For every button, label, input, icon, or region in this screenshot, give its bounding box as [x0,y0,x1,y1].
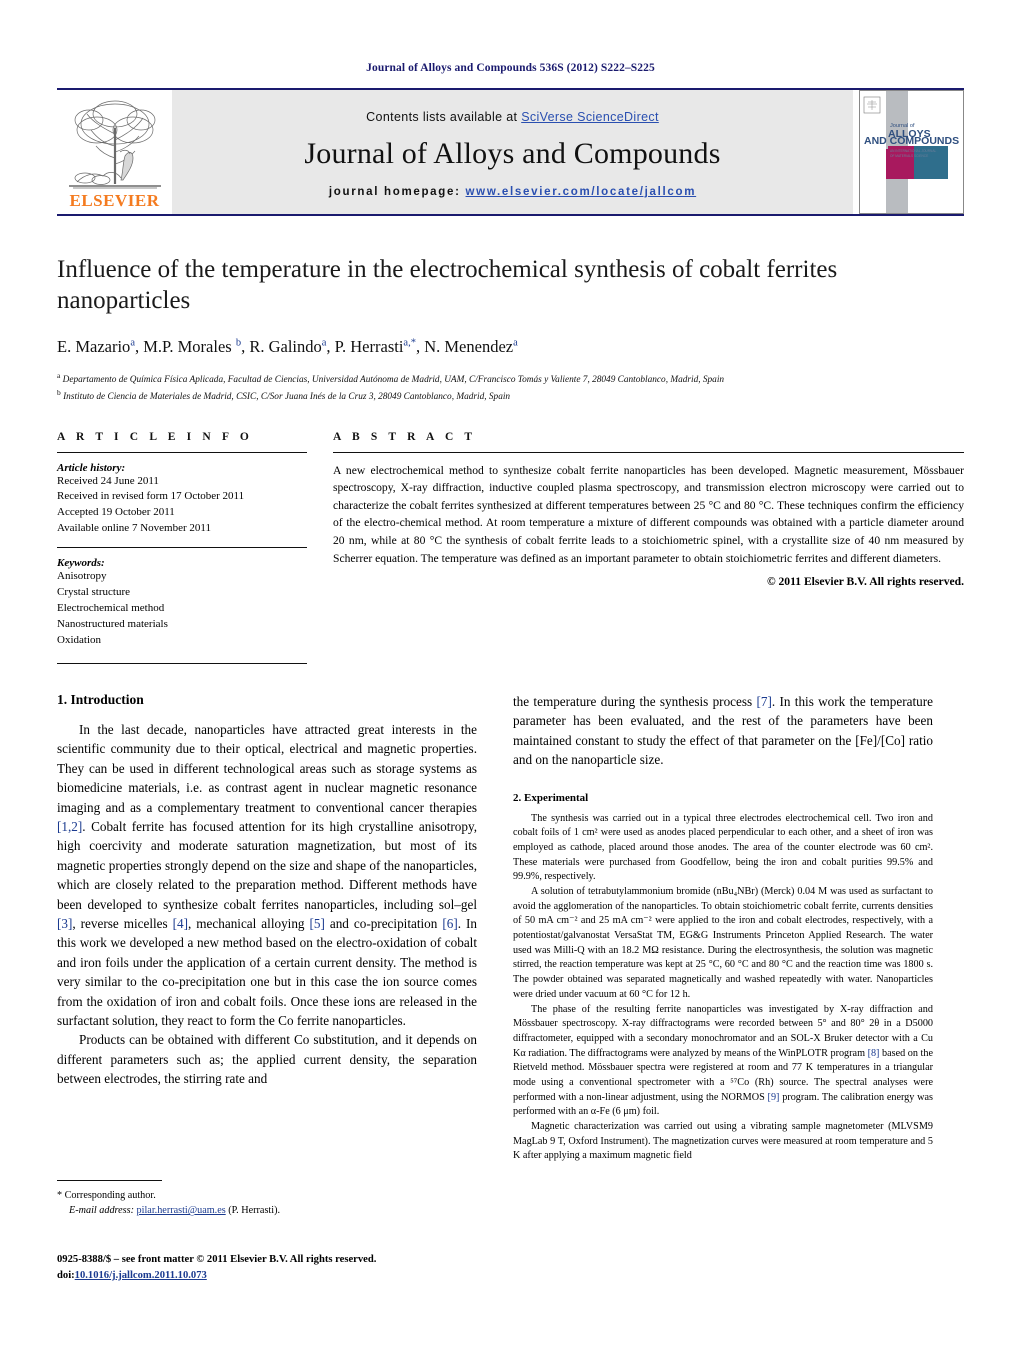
intro-paragraph-1: In the last decade, nanoparticles have a… [57,721,477,1029]
running-head: Journal of Alloys and Compounds 536S (20… [366,62,655,74]
history-accepted: Accepted 19 October 2011 [57,506,175,519]
abstract-copyright: © 2011 Elsevier B.V. All rights reserved… [766,575,964,589]
keyword-item: Crystal structure [57,586,131,599]
abstract-heading: A B S T R A C T [333,430,477,443]
author-list: E. Mazarioa, M.P. Morales b, R. Galindoa… [57,336,518,356]
affiliation-a: a Departamento de Química Física Aplicad… [57,370,964,388]
history-online: Available online 7 November 2011 [57,522,211,535]
issn-line: 0925-8388/$ – see front matter © 2011 El… [57,1254,377,1265]
intro-paragraph-2: Products can be obtained with different … [57,1032,477,1087]
affiliation-mark-b: b [57,388,61,397]
doi-line: doi:10.1016/j.jallcom.2011.10.073 [57,1268,527,1284]
footnote-rule [57,1180,162,1181]
corresponding-author-note: * Corresponding author. [57,1190,156,1201]
article-history-label: Article history: [57,461,126,474]
journal-homepage-line: journal homepage: www.elsevier.com/locat… [329,186,696,198]
doi-label: doi: [57,1269,75,1281]
homepage-prefix: journal homepage: [328,186,466,198]
abstract-column: A B S T R A C T A new electrochemical me… [333,431,964,664]
history-received: Received 24 June 2011 [57,474,159,487]
keywords-rule [57,547,307,549]
section-heading-introduction: 1. Introduction [57,691,144,707]
email-label: E-mail address: [69,1205,134,1217]
affiliation-text-b: Instituto de Ciencia de Materiales de Ma… [63,392,511,403]
experimental-paragraph-2: A solution of tetrabutylammonium bromide… [513,886,933,1000]
keywords-label: Keywords: [57,557,105,570]
journal-cover-thumbnail: Journal of ALLOYS AND COMPOUNDS AN INTER… [859,90,964,214]
journal-masthead: ELSEVIER Contents lists available at Sci… [57,90,964,214]
keyword-item: Oxidation [57,634,101,646]
article-page: Journal of Alloys and Compounds 536S (20… [0,0,1021,1351]
doi-link[interactable]: 10.1016/j.jallcom.2011.10.073 [75,1270,207,1281]
elsevier-tree-icon [68,100,161,189]
affiliation-b: b Instituto de Ciencia de Materiales de … [57,387,964,405]
article-info-rule [57,451,307,453]
experimental-paragraph-4: Magnetic characterization was carried ou… [513,1121,933,1162]
affiliation-mark-a: a [57,370,61,380]
article-info-bottom-rule [57,662,307,664]
svg-text:OF MATERIALS SCIENCE: OF MATERIALS SCIENCE [890,154,928,158]
body-columns: 1. Introduction In the last decade, nano… [57,692,964,1164]
elsevier-wordmark: ELSEVIER [69,191,160,210]
title-block: Influence of the temperature in the elec… [57,254,964,405]
info-abstract-row: A R T I C L E I N F O Article history: R… [57,431,964,664]
body-column-left: 1. Introduction In the last decade, nano… [57,692,477,1164]
experimental-paragraph-1: The synthesis was carried out in a typic… [513,812,933,883]
masthead-center: Contents lists available at SciVerse Sci… [172,90,853,214]
email-suffix: (P. Herrasti). [225,1205,281,1217]
abstract-rule [333,451,964,453]
email-note: E-mail address: pilar.herrasti@uam.es (P… [57,1203,477,1218]
elsevier-logo: ELSEVIER [57,90,172,214]
journal-title: Journal of Alloys and Compounds [304,137,721,170]
journal-homepage-link[interactable]: www.elsevier.com/locate/jallcom [466,186,697,198]
masthead-bottom-rule [57,214,964,216]
sciencedirect-link[interactable]: SciVerse ScienceDirect [521,110,659,124]
cover-art: Journal of ALLOYS AND COMPOUNDS AN INTER… [860,91,963,213]
abstract-text: A new electrochemical method to synthesi… [333,463,964,565]
keyword-item: Anisotropy [57,570,107,583]
page-title: Influence of the temperature in the elec… [57,256,838,315]
keyword-item: Nanostructured materials [57,618,168,631]
svg-text:AND COMPOUNDS: AND COMPOUNDS [864,135,959,147]
footnote-block: * Corresponding author. E-mail address: … [57,1180,477,1219]
intro-paragraph-3: the temperature during the synthesis pro… [513,693,933,768]
body-column-right: the temperature during the synthesis pro… [513,692,933,1164]
article-info-column: A R T I C L E I N F O Article history: R… [57,431,307,664]
svg-text:AN INTERNATIONAL JOURNAL: AN INTERNATIONAL JOURNAL [890,149,936,153]
keyword-item: Electrochemical method [57,602,165,615]
article-info-heading: A R T I C L E I N F O [57,430,253,443]
contents-available-line: Contents lists available at SciVerse Sci… [366,110,659,124]
experimental-paragraph-3: The phase of the resulting ferrite nanop… [513,1003,933,1118]
section-heading-experimental: 2. Experimental [513,791,589,804]
contents-prefix: Contents lists available at [366,110,522,124]
issn-block: 0925-8388/$ – see front matter © 2011 El… [57,1252,527,1284]
affiliation-text-a: Departamento de Química Física Aplicada,… [62,374,725,385]
history-revised: Received in revised form 17 October 2011 [57,490,245,503]
email-link[interactable]: pilar.herrasti@uam.es [137,1205,226,1216]
